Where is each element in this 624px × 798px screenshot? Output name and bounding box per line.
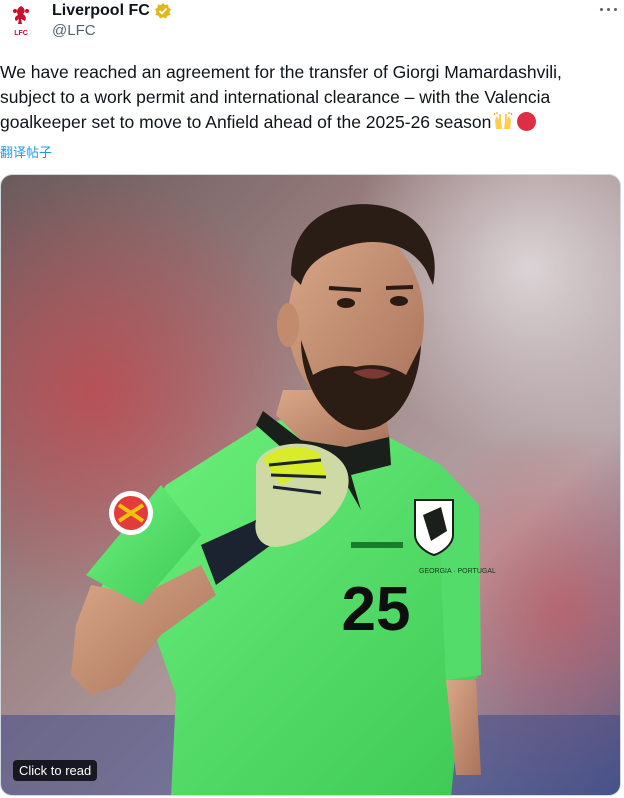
name-row: Liverpool FC (52, 0, 172, 22)
shirt-text: GEORGIA · PORTUGAL (419, 568, 496, 575)
goalkeeper-photo: GEORGIA · PORTUGAL 25 (1, 175, 620, 795)
crest-text: LFC (14, 30, 28, 37)
more-options-icon[interactable] (600, 2, 618, 16)
translate-post-link[interactable]: 翻译帖子 (0, 142, 52, 161)
tweet-text: We have reached an agreement for the tra… (0, 60, 622, 135)
verified-badge-icon[interactable] (154, 2, 172, 20)
tweet-media[interactable]: GEORGIA · PORTUGAL 25 Click to read (0, 174, 621, 796)
lfc-crest-icon[interactable]: LFC (8, 4, 34, 38)
shirt-number: 25 (342, 575, 411, 644)
tweet-body: We have reached an agreement for the tra… (0, 62, 567, 132)
handle[interactable]: @LFC (52, 22, 96, 39)
raising-hands-icon (493, 111, 513, 131)
display-name[interactable]: Liverpool FC (52, 2, 150, 20)
red-circle-icon (517, 112, 537, 131)
click-to-read-badge[interactable]: Click to read (13, 760, 98, 781)
tweet-header: LFC Liverpool FC @LFC (0, 0, 624, 46)
